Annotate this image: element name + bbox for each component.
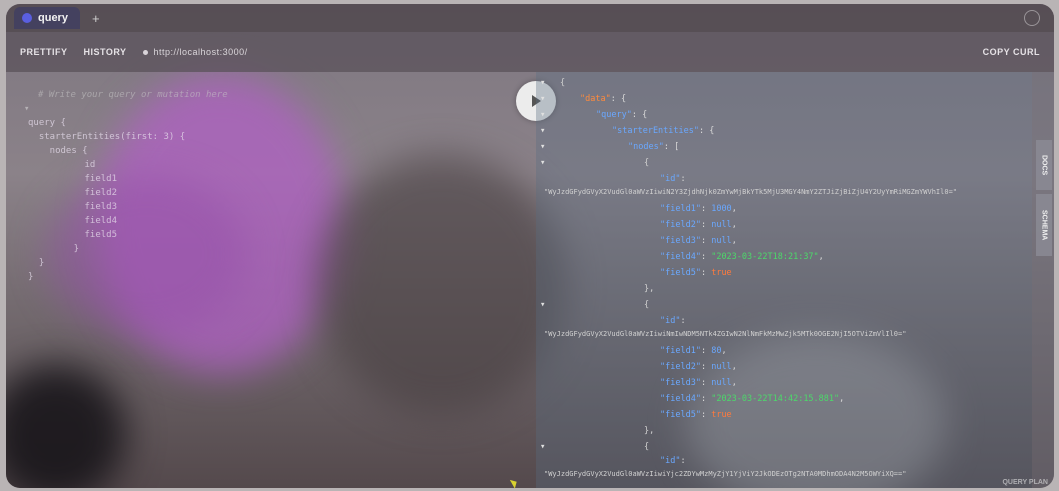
- node1-field1-row: "field1": 1000,: [660, 204, 737, 214]
- url-dot-icon: [142, 49, 148, 55]
- node1-id-key: "id": [660, 174, 681, 184]
- node1-close: },: [644, 284, 655, 294]
- fold-arrow-icon[interactable]: ▾: [540, 94, 545, 104]
- node1-field4-row: "field4": "2023-03-22T18:21:37",: [660, 252, 824, 262]
- node1-field2-row: "field2": null,: [660, 220, 737, 230]
- node1-field3-row: "field3": null,: [660, 236, 737, 246]
- new-tab-button[interactable]: +: [92, 11, 100, 26]
- fold-arrow-icon[interactable]: ▾: [540, 158, 545, 168]
- fold-arrow-icon[interactable]: ▾: [540, 442, 545, 452]
- node2-field4-row: "field4": "2023-03-22T14:42:15.881",: [660, 394, 845, 404]
- editor-line-7: field3: [52, 202, 118, 212]
- editor-line-1: query {: [28, 118, 66, 128]
- node1-id-row: "id":: [660, 174, 686, 184]
- title-bar: query +: [6, 4, 1054, 32]
- graphiql-screen: query + PRETTIFY HISTORY http://localhos…: [6, 4, 1054, 488]
- node2-field5-row: "field5": true: [660, 410, 732, 420]
- node2-open: {: [644, 300, 650, 310]
- node2-id-key: "id": [660, 316, 681, 326]
- node2-field4-value: "2023-03-22T14:42:15.881": [711, 394, 840, 404]
- docs-tab[interactable]: DOCS: [1036, 140, 1052, 190]
- query-plan-label[interactable]: QUERY PLAN: [1002, 479, 1048, 486]
- editor-line-12: }: [28, 272, 34, 282]
- node2-field2-value: null: [711, 362, 732, 372]
- doc-sidebar: DOCS SCHEMA: [1032, 72, 1054, 488]
- fold-arrow-icon[interactable]: ▾: [540, 142, 545, 152]
- result-viewer: { "data": { "query": { "starterEntities"…: [536, 72, 1032, 488]
- node1-field3-value: null: [711, 236, 732, 246]
- fold-arrow-icon[interactable]: ▾: [540, 110, 545, 120]
- fold-arrow-icon[interactable]: ▾: [540, 126, 545, 136]
- editor-line-6: field2: [52, 188, 118, 198]
- node1-field4-value: "2023-03-22T18:21:37": [711, 252, 819, 262]
- editor-line-10: }: [52, 244, 80, 254]
- node3-id-value: "WyJzdGFydGVyX2VudGl0aWVzIiwiYjc2ZDYwMzM…: [544, 470, 907, 478]
- node2-field5-value: true: [711, 410, 732, 420]
- editor-line-8: field4: [52, 216, 118, 226]
- schema-tab[interactable]: SCHEMA: [1036, 194, 1052, 256]
- node2-field1-value: 80: [711, 346, 722, 356]
- node3-id-row: "id":: [660, 456, 686, 466]
- node1-field1-value: 1000: [711, 204, 732, 214]
- node2-field1-row: "field1": 80,: [660, 346, 727, 356]
- editor-line-5: field1: [52, 174, 118, 184]
- node1-field5-value: true: [711, 268, 732, 278]
- endpoint-url-text: http://localhost:3000/: [153, 47, 248, 57]
- node2-field3-row: "field3": null,: [660, 378, 737, 388]
- fold-arrow-icon[interactable]: ▾: [540, 78, 545, 88]
- node2-field2-row: "field2": null,: [660, 362, 737, 372]
- node1-field2-value: null: [711, 220, 732, 230]
- result-starter-row: "starterEntities": {: [612, 126, 715, 136]
- result-nodes-key: "nodes": [628, 142, 664, 152]
- query-tab-label: query: [38, 12, 68, 24]
- endpoint-url[interactable]: http://localhost:3000/: [142, 47, 248, 57]
- query-tab[interactable]: query: [14, 7, 80, 29]
- node1-open: {: [644, 158, 650, 168]
- editor-comment: # Write your query or mutation here: [38, 90, 228, 100]
- editor-line-2: starterEntities(first: 3) {: [28, 132, 186, 142]
- node1-field5-row: "field5": true: [660, 268, 732, 278]
- query-editor[interactable]: # Write your query or mutation here ▾ qu…: [6, 72, 536, 488]
- node2-id-value: "WyJzdGFydGVyX2VudGl0aWVzIiwiNmIwNDM5NTk…: [544, 330, 907, 338]
- node1-id-value: "WyJzdGFydGVyX2VudGl0aWVzIiwiN2Y3ZjdhNjk…: [544, 188, 958, 196]
- node2-id-row: "id":: [660, 316, 686, 326]
- prettify-button[interactable]: PRETTIFY: [20, 47, 68, 57]
- result-query-row: "query": {: [596, 110, 648, 120]
- result-nodes-row: "nodes": [: [628, 142, 680, 152]
- result-query-key: "query": [596, 110, 632, 120]
- toolbar: PRETTIFY HISTORY http://localhost:3000/ …: [6, 32, 1054, 72]
- fold-arrow-icon[interactable]: ▾: [540, 300, 545, 310]
- copy-curl-button[interactable]: COPY CURL: [983, 47, 1040, 57]
- result-starter-key: "starterEntities": [612, 126, 699, 136]
- fold-marker: ▾: [24, 104, 30, 114]
- editor-line-9: field5: [52, 230, 118, 240]
- node3-open: {: [644, 442, 650, 452]
- result-data-row: "data": {: [580, 94, 627, 104]
- editor-line-11: }: [28, 258, 45, 268]
- result-data-key: "data": [580, 94, 611, 104]
- result-open-brace: {: [560, 78, 566, 88]
- window-control-icon[interactable]: [1024, 10, 1040, 26]
- node3-id-key: "id": [660, 456, 681, 466]
- editor-line-4: id: [52, 160, 96, 170]
- editor-line-3: nodes {: [28, 146, 88, 156]
- node2-field3-value: null: [711, 378, 732, 388]
- graphql-icon: [22, 13, 32, 23]
- node2-close: },: [644, 426, 655, 436]
- history-button[interactable]: HISTORY: [84, 47, 127, 57]
